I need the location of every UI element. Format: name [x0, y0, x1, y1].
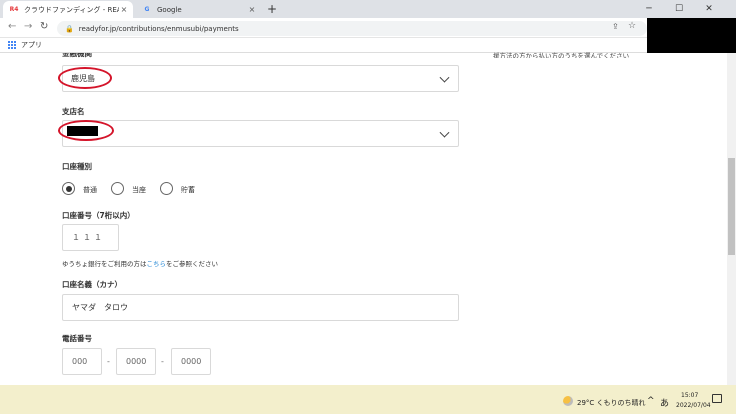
tab-google[interactable]: G Google × [136, 1, 261, 18]
weather-text[interactable]: 29°C くもりのち晴れ [577, 398, 646, 408]
phone-dash: - [107, 357, 110, 366]
apps-grid-icon[interactable] [8, 41, 16, 49]
readyfor-favicon-icon: R4 [9, 6, 19, 13]
tab-title: Google [157, 5, 182, 14]
maximize-button[interactable]: ☐ [664, 0, 694, 18]
account-name-input[interactable]: ヤマダ タロウ [62, 294, 459, 321]
yucho-note-text: をご参照ください [166, 260, 218, 268]
weather-icon [563, 396, 573, 406]
apps-label[interactable]: アプリ [21, 40, 42, 50]
yucho-note-text: ゆうちょ銀行をご利用の方は [62, 260, 147, 268]
phone-label: 電話番号 [62, 334, 92, 343]
close-window-button[interactable]: ✕ [694, 0, 724, 18]
phone-dash: - [161, 357, 164, 366]
radio-touza-label: 当座 [132, 186, 146, 194]
chevron-down-icon [439, 72, 450, 83]
clock-time[interactable]: 15:07 [681, 392, 698, 399]
notification-icon[interactable] [712, 394, 722, 403]
annotation-circle [58, 120, 114, 141]
back-arrow-icon[interactable]: ← [8, 21, 16, 32]
account-number-label: 口座番号（7桁以内） [62, 211, 135, 220]
account-type-label: 口座種別 [62, 162, 92, 171]
side-note: 援方法の方から払い方のうちを選んでください [493, 52, 630, 58]
phone-input-3[interactable]: 0000 [171, 348, 211, 375]
share-icon[interactable]: ⇪ [612, 22, 619, 31]
scrollbar-thumb[interactable] [728, 158, 735, 255]
radio-futsu-label: 普通 [83, 186, 97, 194]
annotation-circle [58, 67, 112, 89]
chevron-down-icon [439, 127, 450, 138]
phone-input-1[interactable]: 000 [62, 348, 102, 375]
lock-icon: 🔒 [65, 24, 74, 33]
yucho-note: ゆうちょ銀行をご利用の方はこちらをご参照ください [62, 258, 218, 268]
tray-arrow-icon[interactable]: ^ [647, 396, 655, 406]
google-favicon-icon: G [144, 6, 150, 13]
new-tab-button[interactable]: + [267, 2, 277, 16]
forward-arrow-icon[interactable]: → [24, 21, 32, 32]
url-text: readyfor.jp/contributions/enmusubi/payme… [78, 24, 239, 33]
tab-title: クラウドファンディング - READYFOR [24, 5, 119, 14]
radio-chochiku[interactable] [160, 182, 173, 195]
clock-date[interactable]: 2022/07/04 [676, 402, 711, 409]
redaction-block [647, 18, 736, 53]
close-icon[interactable]: × [247, 5, 257, 14]
address-bar[interactable]: 🔒 readyfor.jp/contributions/enmusubi/pay… [57, 21, 647, 36]
reload-icon[interactable]: ↻ [40, 21, 48, 32]
branch-label: 支店名 [62, 107, 85, 116]
account-number-input[interactable]: １１１ [62, 224, 119, 251]
account-name-label: 口座名義（カナ） [62, 280, 122, 289]
close-icon[interactable]: × [119, 5, 129, 14]
radio-chochiku-label: 貯蓄 [181, 186, 195, 194]
tab-readyfor[interactable]: R4 クラウドファンディング - READYFOR × [3, 1, 133, 18]
branch-select[interactable] [62, 120, 459, 147]
yucho-link[interactable]: こちら [147, 260, 167, 268]
minimize-button[interactable]: ─ [634, 0, 664, 18]
star-icon[interactable]: ☆ [628, 21, 636, 31]
bank-label: 金融機関 [62, 53, 92, 58]
phone-input-2[interactable]: 0000 [116, 348, 156, 375]
radio-touza[interactable] [111, 182, 124, 195]
bank-select[interactable]: 鹿児島 [62, 65, 459, 92]
radio-futsu[interactable] [62, 182, 75, 195]
ime-indicator[interactable]: あ [660, 396, 669, 409]
